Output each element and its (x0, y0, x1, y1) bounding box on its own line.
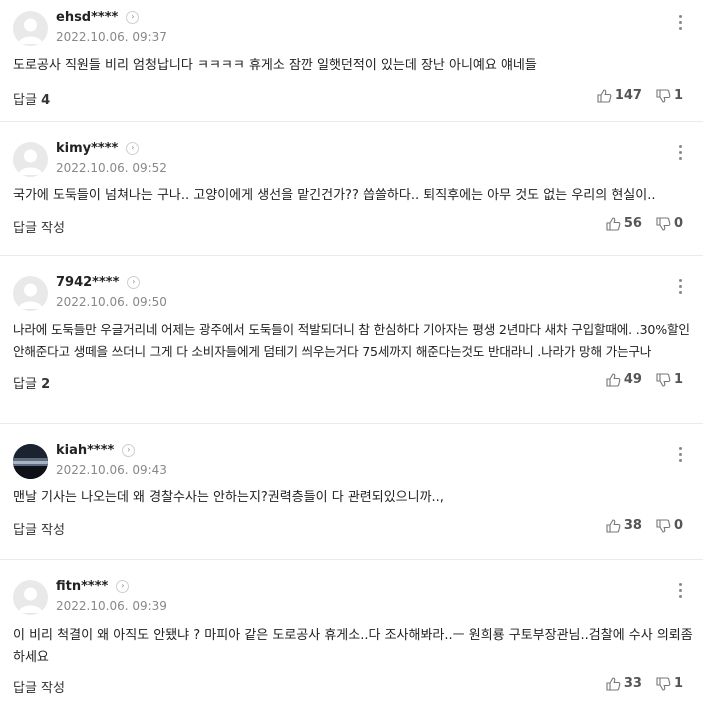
like-count: 49 (623, 372, 642, 387)
dislike-button[interactable]: 1 (656, 372, 683, 387)
comment-date: 2022.10.06. 09:37 (56, 30, 167, 44)
dislike-count: 1 (673, 372, 683, 387)
dislike-count: 0 (673, 518, 683, 533)
more-vertical-icon[interactable] (677, 447, 683, 462)
thumbs-up-icon (606, 216, 621, 231)
reply-label: 답글 작성 (13, 523, 65, 538)
chevron-right-icon[interactable]: › (126, 141, 140, 155)
dislike-button[interactable]: 0 (656, 216, 683, 231)
thumbs-up-icon (606, 676, 621, 691)
comment-item: ehsd**** › 2022.10.06. 09:37 도로공사 직원들 비리… (0, 0, 703, 122)
comment-item: fitn**** › 2022.10.06. 09:39 이 비리 척결이 왜 … (0, 560, 703, 707)
nickname[interactable]: kimy**** (56, 141, 118, 156)
comment-date: 2022.10.06. 09:43 (56, 463, 167, 477)
dislike-button[interactable]: 1 (656, 676, 683, 691)
dislike-count: 1 (673, 88, 683, 103)
thumbs-down-icon (656, 676, 671, 691)
nickname[interactable]: fitn**** (56, 579, 108, 594)
avatar[interactable] (13, 444, 48, 479)
avatar[interactable] (13, 276, 48, 311)
comment-text: 나라에 도둑들만 우글거리네 어제는 광주에서 도둑들이 적발되더니 참 한심하… (13, 322, 690, 359)
comment-item: kiah**** › 2022.10.06. 09:43 맨날 기사는 나오는데… (0, 424, 703, 560)
reply-link[interactable]: 답글 작성 (13, 217, 65, 236)
reply-label: 답글 (13, 93, 37, 108)
like-button[interactable]: 56 (606, 216, 642, 231)
more-vertical-icon[interactable] (677, 583, 683, 598)
like-count: 56 (623, 216, 642, 231)
avatar[interactable] (13, 142, 48, 177)
like-button[interactable]: 38 (606, 518, 642, 533)
reply-label: 답글 작성 (13, 681, 65, 696)
thumbs-down-icon (656, 372, 671, 387)
chevron-right-icon[interactable]: › (126, 10, 140, 24)
comment-date: 2022.10.06. 09:52 (56, 161, 167, 175)
comment-text: 맨날 기사는 나오는데 왜 경찰수사는 안하는지?권력층들이 다 관련되있으니까… (13, 490, 444, 505)
more-vertical-icon[interactable] (677, 279, 683, 294)
like-button[interactable]: 33 (606, 676, 642, 691)
reply-link[interactable]: 답글 작성 (13, 677, 65, 696)
like-count: 38 (623, 518, 642, 533)
reply-count: 4 (41, 93, 51, 108)
comment-text: 국가에 도둑들이 넘쳐나는 구나.. 고양이에게 생선을 맡긴건가?? 씁쓸하다… (13, 188, 656, 203)
comment-item: kimy**** › 2022.10.06. 09:52 국가에 도둑들이 넘쳐… (0, 122, 703, 256)
comment-text: 도로공사 직원들 비리 엄청납니다 ㅋㅋㅋㅋ 휴게소 잠깐 일햇던적이 있는데 … (13, 58, 537, 73)
chevron-right-icon[interactable]: › (127, 275, 141, 289)
dislike-button[interactable]: 1 (656, 88, 683, 103)
thumbs-up-icon (606, 372, 621, 387)
reply-link[interactable]: 답글 4 (13, 89, 50, 108)
reply-count: 2 (41, 377, 51, 392)
comment-date: 2022.10.06. 09:50 (56, 295, 167, 309)
comment-date: 2022.10.06. 09:39 (56, 599, 167, 613)
chevron-right-icon[interactable]: › (122, 443, 136, 457)
reply-link[interactable]: 답글 2 (13, 373, 50, 392)
like-button[interactable]: 147 (597, 88, 642, 103)
dislike-count: 0 (673, 216, 683, 231)
thumbs-up-icon (606, 518, 621, 533)
nickname[interactable]: 7942**** (56, 275, 119, 290)
chevron-right-icon[interactable]: › (116, 579, 130, 593)
comment-text: 이 비리 척결이 왜 아직도 안됐냐 ? 마피아 같은 도로공사 휴게소..다 … (13, 628, 693, 665)
more-vertical-icon[interactable] (677, 145, 683, 160)
like-button[interactable]: 49 (606, 372, 642, 387)
comment-item: 7942**** › 2022.10.06. 09:50 나라에 도둑들만 우글… (0, 256, 703, 424)
reply-link[interactable]: 답글 작성 (13, 519, 65, 538)
reply-label: 답글 (13, 377, 37, 392)
nickname[interactable]: ehsd**** (56, 10, 118, 25)
reply-label: 답글 작성 (13, 221, 65, 236)
like-count: 33 (623, 676, 642, 691)
more-vertical-icon[interactable] (677, 15, 683, 30)
dislike-button[interactable]: 0 (656, 518, 683, 533)
thumbs-down-icon (656, 216, 671, 231)
thumbs-up-icon (597, 88, 612, 103)
thumbs-down-icon (656, 88, 671, 103)
like-count: 147 (614, 88, 642, 103)
avatar[interactable] (13, 580, 48, 615)
nickname[interactable]: kiah**** (56, 443, 114, 458)
avatar[interactable] (13, 11, 48, 46)
thumbs-down-icon (656, 518, 671, 533)
night-sky-photo (13, 444, 48, 479)
comment-list: ehsd**** › 2022.10.06. 09:37 도로공사 직원들 비리… (0, 0, 703, 707)
dislike-count: 1 (673, 676, 683, 691)
